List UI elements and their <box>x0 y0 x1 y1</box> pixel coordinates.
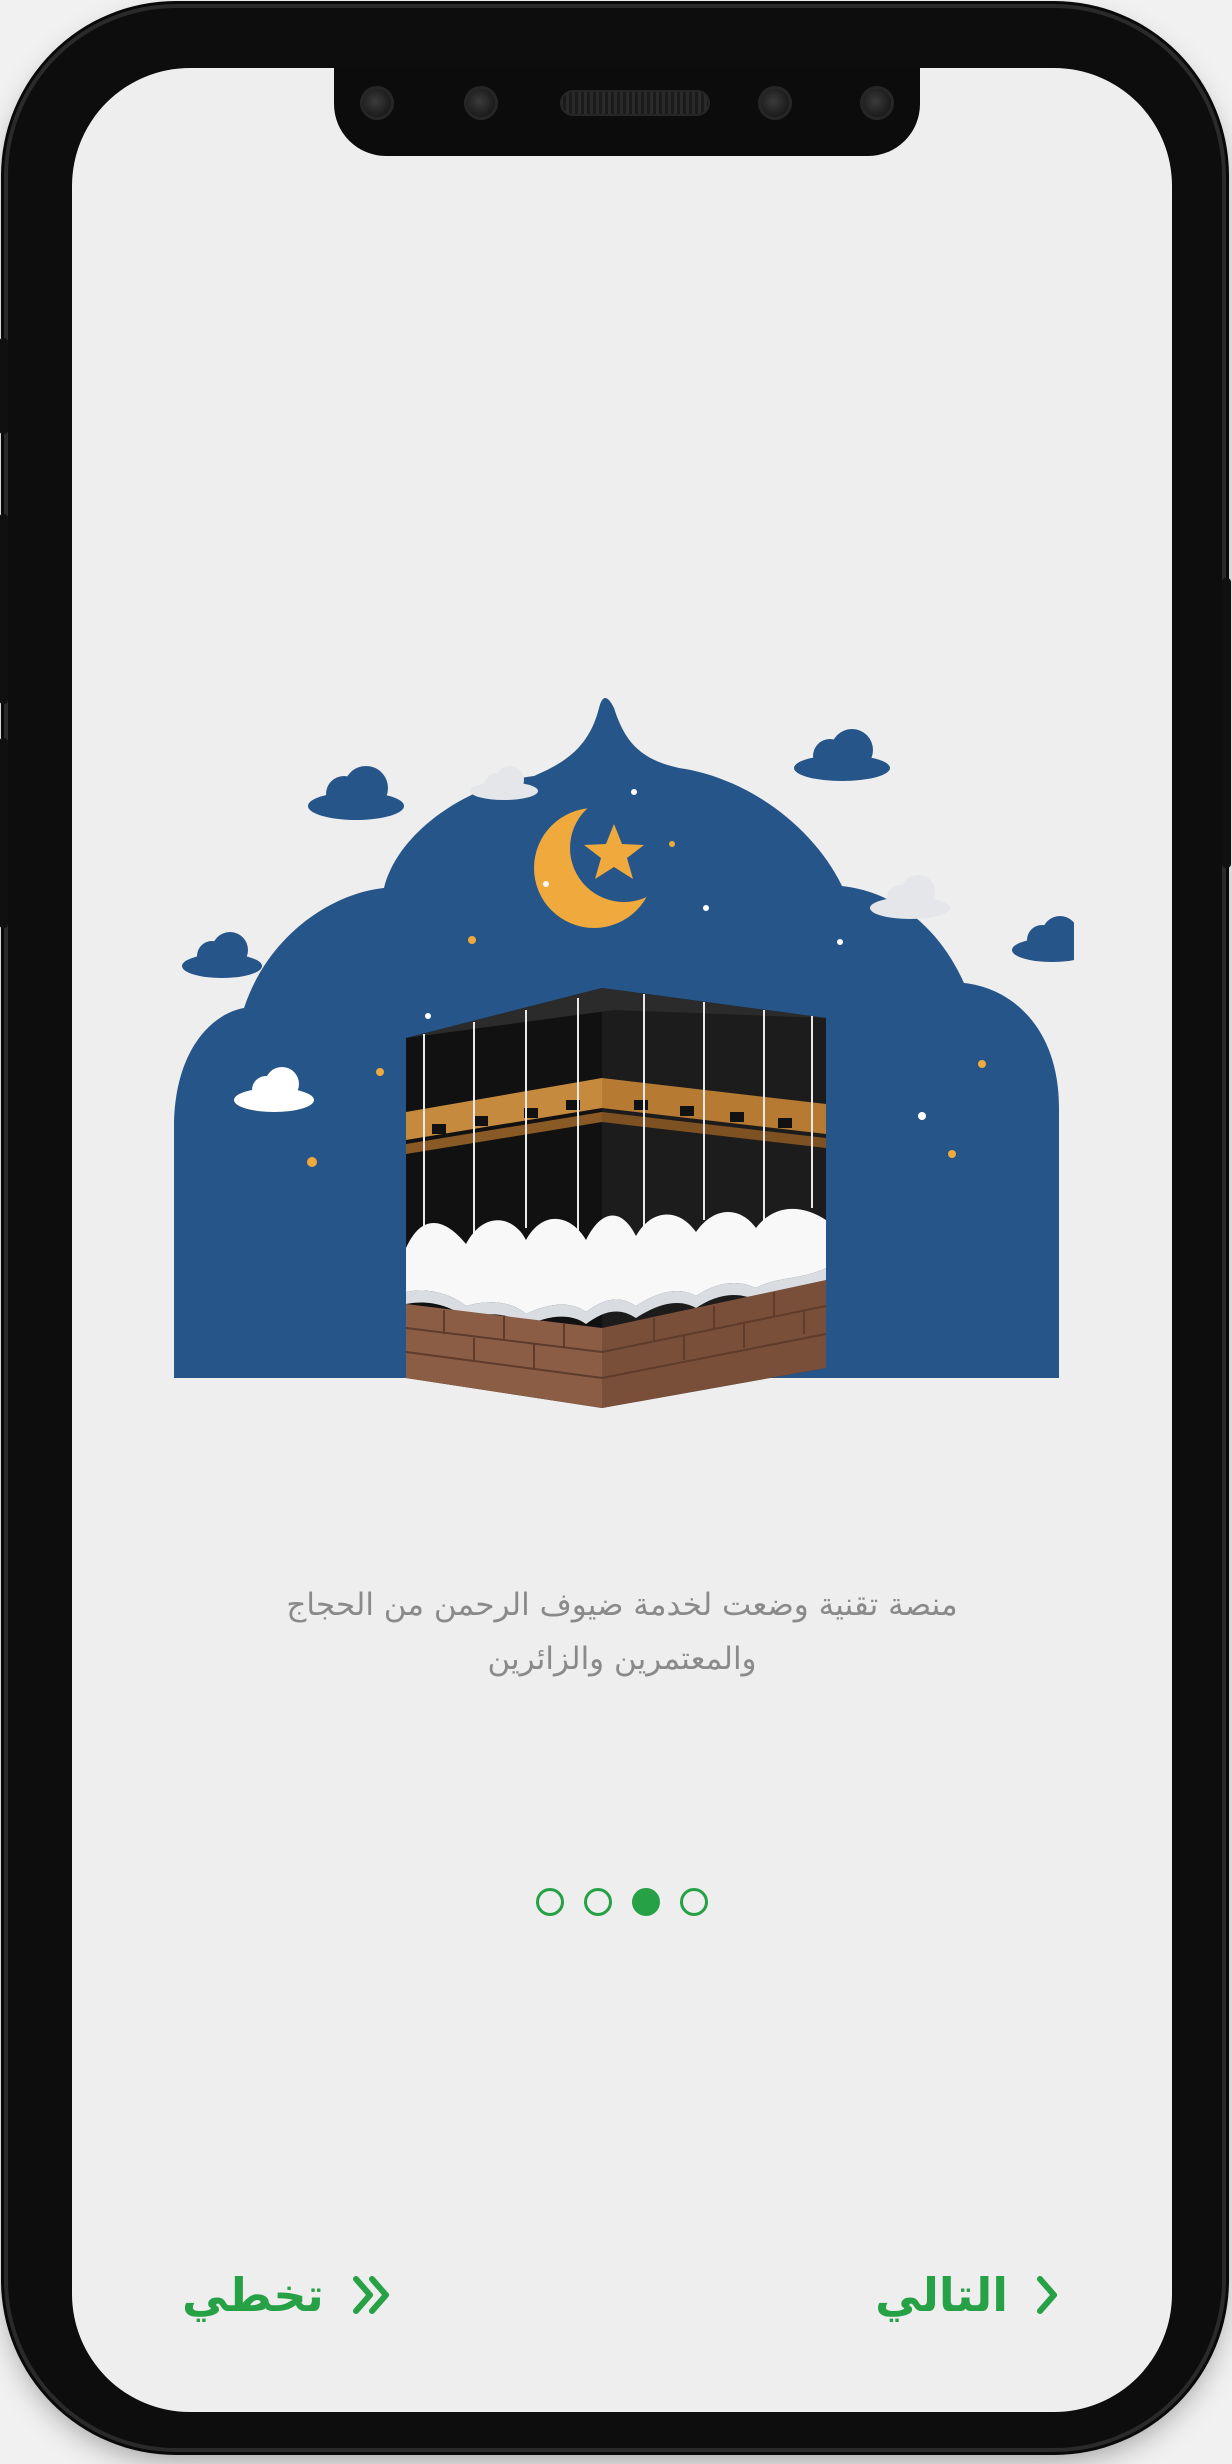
cloud-icon <box>1012 916 1074 962</box>
sensor-icon <box>860 86 894 120</box>
onboarding-description: منصة تقنية وضعت لخدمة ضيوف الرحمن من الح… <box>182 1578 1062 1686</box>
page-dot[interactable] <box>680 1888 708 1916</box>
description-line-2: والمعتمرين والزائرين <box>487 1641 757 1677</box>
kaaba-night-illustration <box>174 698 1074 1408</box>
cloud-icon <box>182 932 262 978</box>
volume-up-button <box>0 514 8 704</box>
phone-notch <box>334 68 920 156</box>
next-button[interactable]: التالي <box>875 2268 1060 2322</box>
skip-label: تخطي <box>182 2268 324 2322</box>
chevron-right-icon <box>1037 2276 1057 2314</box>
cloud-icon <box>794 729 890 781</box>
description-line-1: منصة تقنية وضعت لخدمة ضيوف الرحمن من الح… <box>286 1587 958 1623</box>
phone-frame: منصة تقنية وضعت لخدمة ضيوف الرحمن من الح… <box>0 8 1231 2448</box>
sensor-icon <box>360 86 394 120</box>
cloud-icon <box>308 766 404 820</box>
app-screen: منصة تقنية وضعت لخدمة ضيوف الرحمن من الح… <box>72 68 1172 2412</box>
front-camera-icon <box>758 86 792 120</box>
page-dot-active[interactable] <box>632 1888 660 1916</box>
double-chevron-right-icon <box>352 2276 389 2314</box>
power-button <box>1222 578 1231 868</box>
next-label: التالي <box>875 2268 1008 2322</box>
side-button <box>0 338 8 434</box>
kaaba-icon <box>405 988 827 1408</box>
sensor-icon <box>464 86 498 120</box>
page-dot[interactable] <box>536 1888 564 1916</box>
speaker-grille <box>560 90 710 116</box>
volume-down-button <box>0 738 8 928</box>
skip-button[interactable]: تخطي <box>182 2268 394 2322</box>
page-dot[interactable] <box>584 1888 612 1916</box>
page-indicator <box>72 1888 1172 1916</box>
